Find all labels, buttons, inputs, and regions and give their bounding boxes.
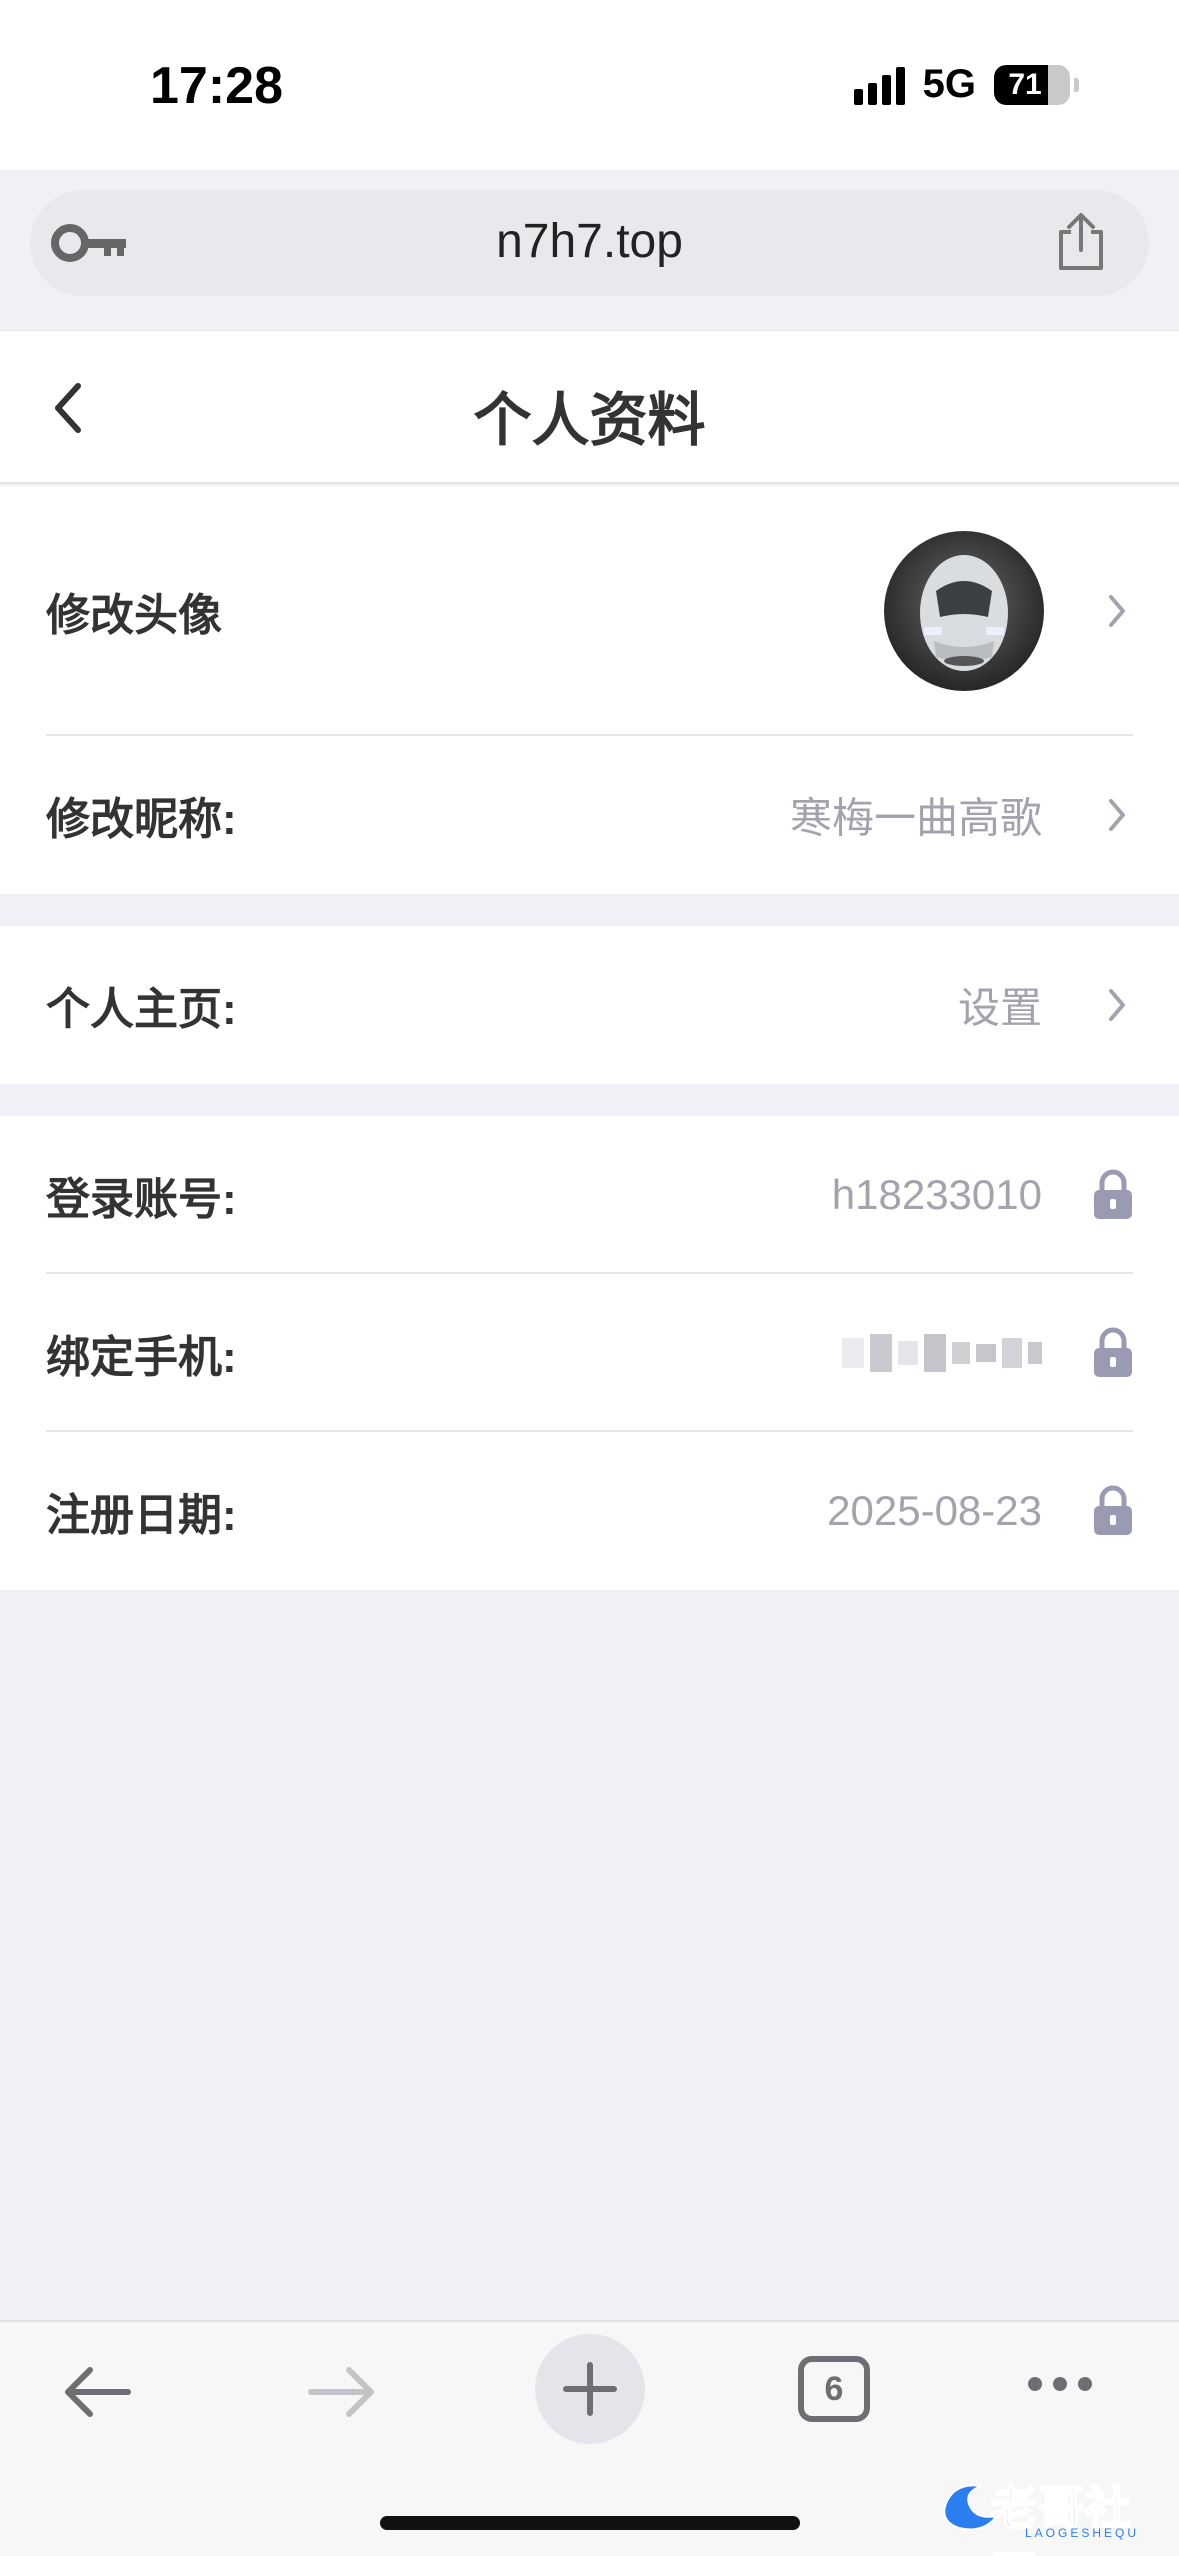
row-bound-phone: 绑定手机: bbox=[0, 1274, 1179, 1432]
row-edit-nickname[interactable]: 修改昵称: 寒梅一曲高歌 bbox=[0, 736, 1179, 894]
avatar[interactable] bbox=[884, 531, 1044, 691]
homepage-group: 个人主页: 设置 bbox=[0, 926, 1179, 1084]
chevron-right-icon bbox=[1109, 989, 1125, 1021]
watermark-logo: 老哥社区 LAOGESHEQU bbox=[935, 2472, 1165, 2556]
page-header: 个人资料 bbox=[0, 330, 1179, 484]
status-bar: 17:28 5G 71 bbox=[0, 0, 1179, 170]
share-icon[interactable] bbox=[1053, 212, 1109, 272]
car-avatar-image bbox=[920, 555, 1008, 671]
lock-icon bbox=[1094, 1169, 1132, 1219]
masked-phone-value bbox=[842, 1334, 1042, 1372]
register-date-value: 2025-08-23 bbox=[827, 1487, 1042, 1534]
status-time: 17:28 bbox=[150, 57, 283, 115]
profile-group: 修改头像 修改昵称: 寒梅一曲高歌 bbox=[0, 486, 1179, 894]
status-indicators: 5G 71 bbox=[853, 62, 1079, 107]
plus-icon bbox=[563, 2362, 617, 2416]
row-label: 绑定手机: bbox=[46, 1333, 237, 1382]
chevron-right-icon bbox=[1109, 595, 1125, 627]
network-label: 5G bbox=[922, 62, 976, 106]
lock-icon bbox=[1094, 1327, 1132, 1377]
row-label: 个人主页: bbox=[46, 985, 237, 1034]
signal-icon bbox=[853, 65, 905, 105]
watermark-subtext: LAOGESHEQU bbox=[1025, 2526, 1140, 2540]
battery-tip bbox=[1074, 77, 1079, 92]
page-title: 个人资料 bbox=[473, 388, 706, 453]
row-register-date: 注册日期: 2025-08-23 bbox=[0, 1432, 1179, 1590]
account-value: h18233010 bbox=[831, 1171, 1042, 1218]
row-label: 登录账号: bbox=[46, 1175, 237, 1224]
row-homepage[interactable]: 个人主页: 设置 bbox=[0, 926, 1179, 1084]
url-text[interactable]: n7h7.top bbox=[30, 214, 1149, 269]
homepage-value: 设置 bbox=[957, 984, 1042, 1032]
battery-percent: 71 bbox=[1008, 67, 1042, 101]
lock-icon bbox=[1094, 1485, 1132, 1535]
nickname-value: 寒梅一曲高歌 bbox=[789, 794, 1042, 842]
chevron-right-icon bbox=[1109, 799, 1125, 831]
watermark-text: 老哥社区 bbox=[990, 2481, 1132, 2556]
row-label: 修改头像 bbox=[46, 591, 222, 640]
row-label: 修改昵称: bbox=[46, 795, 237, 844]
tabs-button[interactable]: 6 bbox=[798, 2356, 870, 2422]
forward-arrow-icon[interactable] bbox=[305, 2362, 379, 2422]
account-group: 登录账号: h18233010 绑定手机: 注册日期: 2025-08-23 bbox=[0, 1116, 1179, 1590]
back-arrow-icon[interactable] bbox=[60, 2362, 134, 2422]
row-edit-avatar[interactable]: 修改头像 bbox=[0, 486, 1179, 736]
new-tab-button[interactable] bbox=[535, 2334, 645, 2444]
address-bar[interactable]: n7h7.top bbox=[30, 190, 1149, 296]
row-login-account: 登录账号: h18233010 bbox=[0, 1116, 1179, 1274]
home-indicator bbox=[380, 2516, 800, 2530]
row-label: 注册日期: bbox=[46, 1491, 237, 1540]
more-icon[interactable] bbox=[1025, 2374, 1095, 2394]
battery-icon: 71 bbox=[994, 64, 1070, 105]
